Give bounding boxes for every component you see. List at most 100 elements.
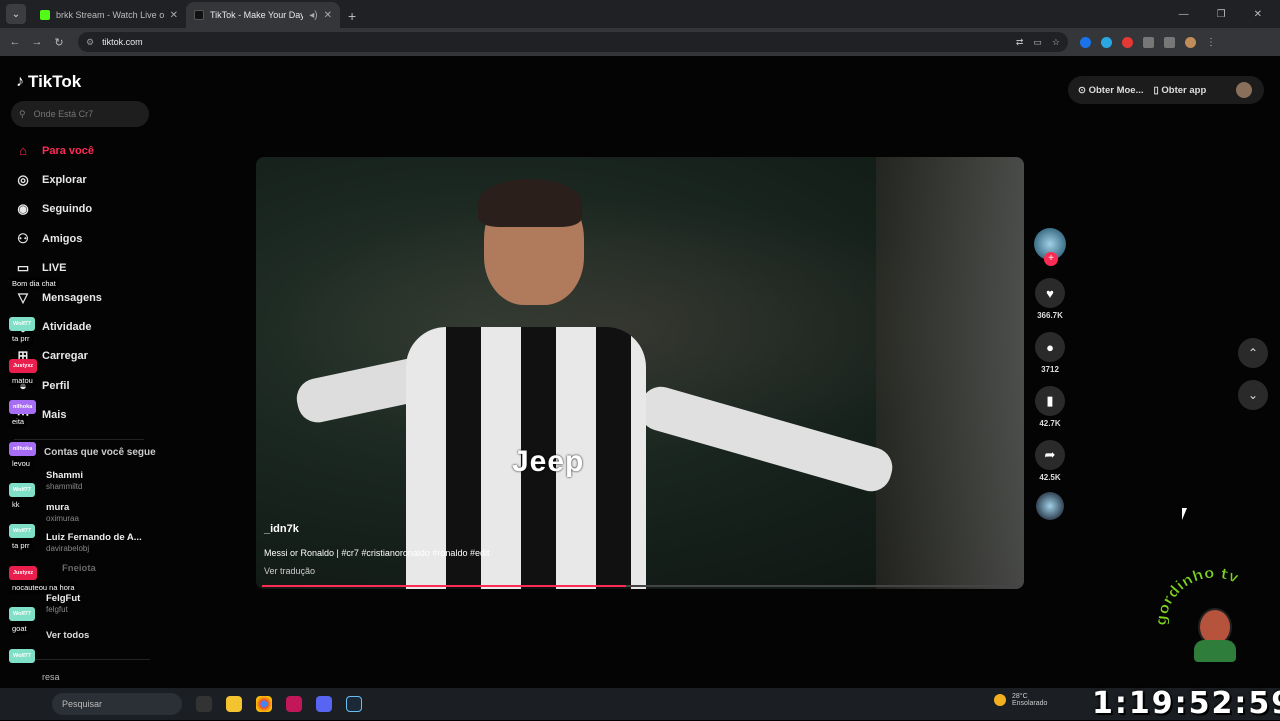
tab-audio-icon[interactable]: ◂) — [309, 10, 317, 21]
tab-close-icon[interactable]: ✕ — [324, 10, 332, 21]
chat-message: eita — [9, 415, 28, 429]
translate-link[interactable]: Ver tradução — [264, 566, 315, 576]
chat-message: matou — [9, 373, 36, 387]
account-name: Shammi — [46, 470, 83, 481]
sidebar-item-amigos[interactable]: ⚇ Amigos — [14, 224, 102, 253]
account-name: Fneiota — [62, 563, 96, 574]
tiktok-logo[interactable]: ♪ TikTok — [16, 72, 81, 92]
file-explorer-icon[interactable] — [226, 696, 242, 712]
taskbar-search[interactable]: Pesquisar — [52, 693, 182, 715]
search-icon: ⚲ — [19, 108, 26, 119]
extension-icon[interactable] — [1101, 36, 1112, 48]
comment-count: 3712 — [1041, 365, 1059, 374]
jersey-sponsor-text: Jeep — [512, 445, 585, 478]
weather-widget[interactable]: 28°C Ensolarado — [994, 693, 1047, 707]
sidebar-item-seguindo[interactable]: ◉ Seguindo — [14, 195, 102, 224]
logo-text: TikTok — [28, 72, 82, 91]
tab-close-icon[interactable]: ✕ — [170, 10, 178, 21]
followed-account[interactable]: Fneiota — [62, 563, 96, 574]
stream-timer: 1:19:52:59 — [1092, 686, 1280, 721]
followed-account[interactable]: FelgFut felgfut — [46, 593, 80, 614]
app-icon[interactable] — [286, 696, 302, 712]
account-handle: oximuraa — [46, 514, 79, 523]
next-video-chevron-down-icon[interactable]: ⌄ — [1238, 380, 1268, 410]
search-input[interactable] — [33, 109, 134, 119]
follow-plus-icon[interactable]: + — [1044, 252, 1058, 266]
steam-icon[interactable] — [346, 696, 362, 712]
tiktok-favicon-icon — [194, 10, 204, 20]
tiktok-note-icon: ♪ — [16, 73, 24, 90]
site-settings-icon[interactable]: ⚙ — [86, 37, 94, 48]
cast-icon[interactable]: ▭ — [1033, 37, 1042, 48]
get-coins-button[interactable]: ⊙ Obter Moe... — [1078, 85, 1144, 96]
extension-icon[interactable] — [1122, 36, 1133, 48]
tab-kick[interactable]: brkk Stream - Watch Live o ✕ — [32, 2, 186, 28]
chat-username: Wolf77 — [9, 524, 35, 539]
chat-username: Justyxz — [9, 565, 38, 580]
new-tab-button[interactable]: + — [348, 8, 356, 24]
task-view-icon[interactable] — [196, 696, 212, 712]
video-player[interactable]: Jeep _idn7k Messi or Ronaldo | #cr7 #cri… — [256, 157, 1024, 589]
chat-username: nilhoka — [9, 441, 37, 456]
nav-label: Para você — [42, 144, 94, 157]
tab-search-icon[interactable]: ⌄ — [6, 4, 26, 24]
channel-mascot-body — [1194, 640, 1236, 662]
chat-message: levou — [9, 456, 33, 470]
nav-label: Carregar — [42, 350, 88, 363]
comment-icon[interactable]: ● — [1035, 332, 1065, 362]
live-icon: ▭ — [16, 260, 30, 276]
profile-avatar-icon[interactable] — [1185, 36, 1196, 48]
back-icon[interactable]: ← — [4, 36, 26, 48]
creator-avatar[interactable]: + — [1034, 228, 1066, 266]
like-count: 366.7K — [1037, 311, 1063, 320]
discord-icon[interactable] — [316, 696, 332, 712]
nav-label: LIVE — [42, 262, 67, 275]
menu-dots-icon[interactable]: ⋮ — [1206, 37, 1216, 48]
translate-icon[interactable]: ⇄ — [1016, 37, 1024, 48]
puzzle-icon[interactable] — [1143, 36, 1154, 48]
sidebar-item-para-voce[interactable]: ⌂ Para você — [14, 136, 102, 165]
restore-icon[interactable]: ❐ — [1217, 9, 1226, 20]
tab-tiktok[interactable]: TikTok - Make Your Day ◂) ✕ — [186, 2, 340, 28]
player-hair — [478, 179, 582, 227]
mouse-cursor-icon — [1182, 508, 1187, 520]
close-window-icon[interactable]: ✕ — [1254, 9, 1262, 20]
sidebar-item-explorar[interactable]: ◎ Explorar — [14, 165, 102, 194]
get-app-button[interactable]: ▯ Obter app — [1154, 85, 1207, 96]
bookmark-icon[interactable]: ▮ — [1035, 386, 1065, 416]
windows-taskbar: Pesquisar 28°C Ensolarado — [0, 688, 1280, 720]
weather-desc: Ensolarado — [1012, 700, 1048, 707]
followed-account[interactable]: mura oximuraa — [46, 502, 79, 523]
chat-username: Justyxz — [9, 358, 38, 373]
followed-account[interactable]: Luiz Fernando de A... davirabelobj — [46, 532, 142, 553]
company-link[interactable]: resa — [42, 672, 60, 682]
tab-title: brkk Stream - Watch Live o — [56, 10, 164, 20]
user-avatar[interactable] — [1236, 82, 1252, 98]
bookmark-star-icon[interactable]: ☆ — [1052, 37, 1060, 48]
browser-tabbar: ⌄ brkk Stream - Watch Live o ✕ TikTok - … — [0, 0, 1280, 28]
search-box[interactable]: ⚲ — [11, 101, 149, 127]
address-bar[interactable]: ⚙ tiktok.com ⇄ ▭ ☆ — [78, 32, 1068, 52]
channel-logo: gordinho tv — [1151, 563, 1274, 686]
get-coins-label: Obter Moe... — [1088, 84, 1144, 96]
like-heart-icon[interactable]: ♥ — [1035, 278, 1065, 308]
see-all-link[interactable]: Ver todos — [46, 630, 89, 641]
previous-video-chevron-up-icon[interactable]: ⌃ — [1238, 338, 1268, 368]
music-disc-icon[interactable] — [1036, 492, 1064, 520]
video-username[interactable]: _idn7k — [264, 523, 299, 535]
minimize-icon[interactable]: — — [1179, 9, 1189, 20]
browser-toolbar: ← → ↻ ⚙ tiktok.com ⇄ ▭ ☆ ⋮ — [0, 28, 1280, 56]
home-icon: ⌂ — [19, 143, 27, 159]
reading-list-icon[interactable] — [1164, 36, 1175, 48]
nav-label: Perfil — [42, 379, 70, 392]
followed-account[interactable]: Shammi shammiltd — [46, 470, 83, 491]
chrome-icon[interactable] — [256, 696, 272, 712]
share-arrow-icon[interactable]: ➦ — [1035, 440, 1065, 470]
reload-icon[interactable]: ↻ — [48, 36, 70, 49]
extension-icon[interactable] — [1080, 36, 1091, 48]
video-progress-bar[interactable] — [262, 585, 1020, 587]
compass-icon: ◎ — [17, 172, 29, 188]
nav-label: Explorar — [42, 174, 87, 187]
forward-icon[interactable]: → — [26, 36, 48, 48]
tab-title: TikTok - Make Your Day — [210, 10, 304, 20]
